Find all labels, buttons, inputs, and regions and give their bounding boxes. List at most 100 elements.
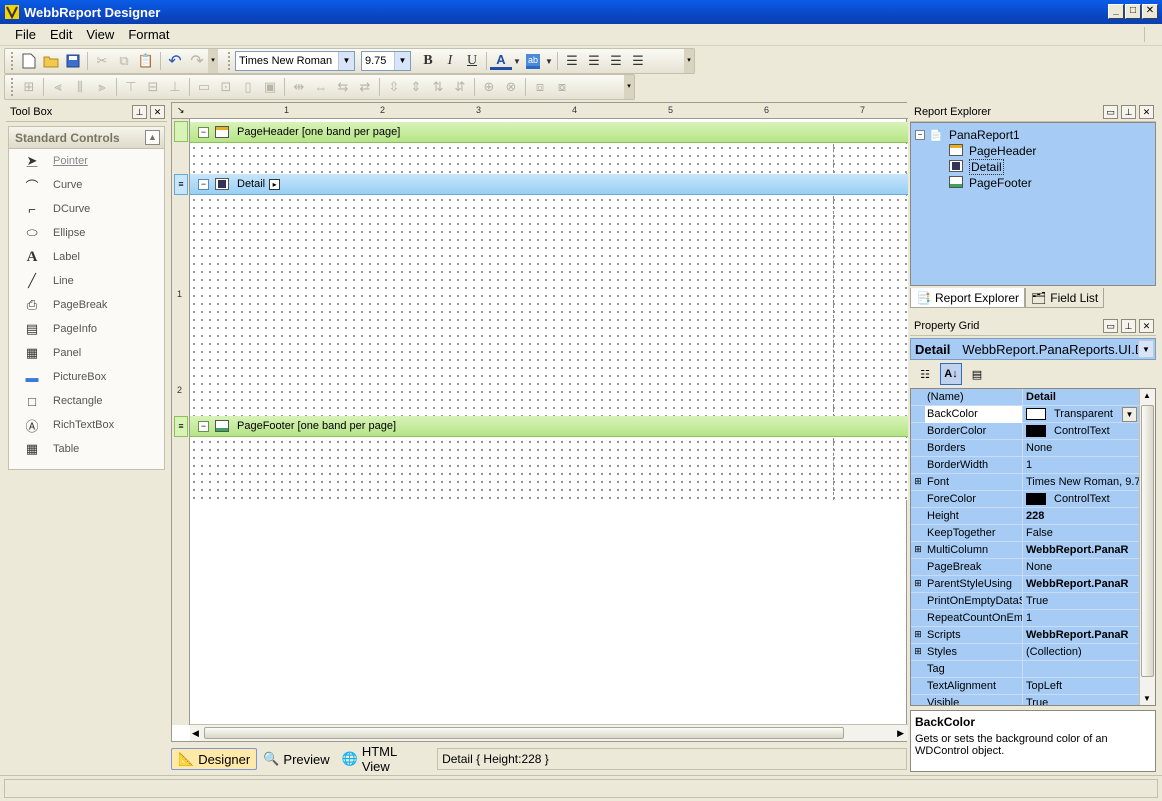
bold-icon[interactable]: B xyxy=(417,51,439,71)
close-icon[interactable]: ✕ xyxy=(1139,319,1154,333)
property-value[interactable]: WebbReport.PanaR xyxy=(1023,576,1155,593)
property-row[interactable]: RepeatCountOnEmp 1 xyxy=(911,609,1155,627)
standard-controls-header[interactable]: Standard Controls ▲ xyxy=(9,127,164,149)
pin-icon[interactable]: ⊥ xyxy=(1121,105,1136,119)
menu-view[interactable]: View xyxy=(79,27,121,42)
property-value[interactable]: (Collection) xyxy=(1023,644,1155,661)
window-position-icon[interactable]: ▭ xyxy=(1103,105,1118,119)
alphabetical-icon[interactable]: A↓ xyxy=(940,363,962,385)
detail-band[interactable]: − Detail ▸ xyxy=(190,174,908,195)
categorized-icon[interactable]: ☷ xyxy=(914,363,936,385)
property-value[interactable]: ControlText xyxy=(1023,491,1155,508)
same-height-icon[interactable]: ▯ xyxy=(237,77,259,97)
band-marker[interactable]: ≡ xyxy=(174,174,188,195)
collapse-band-icon[interactable]: − xyxy=(198,126,209,138)
toolbar-grip[interactable] xyxy=(11,78,14,96)
scroll-down-icon[interactable]: ▼ xyxy=(1143,694,1151,703)
tool-item[interactable]: ▤ PageInfo xyxy=(9,317,164,341)
bring-to-front-icon[interactable]: ⧈ xyxy=(529,77,551,97)
tab-html-view[interactable]: 🌐 HTML View xyxy=(336,744,431,774)
expand-icon[interactable]: ⊞ xyxy=(911,627,925,644)
size-to-grid-icon[interactable]: ⊡ xyxy=(215,77,237,97)
page-header-area[interactable] xyxy=(190,144,908,173)
tool-item[interactable]: ➤ Pointer xyxy=(9,149,164,173)
copy-icon[interactable]: ⧉ xyxy=(113,51,135,71)
align-bottoms-icon[interactable]: ⊥ xyxy=(164,77,186,97)
property-value[interactable]: WebbReport.PanaR xyxy=(1023,627,1155,644)
font-size-combo[interactable]: 9.75 ▼ xyxy=(361,51,411,71)
open-folder-icon[interactable] xyxy=(40,51,62,71)
align-to-grid-icon[interactable]: ⊞ xyxy=(18,77,40,97)
horizontal-spacing-increase-icon[interactable]: ⇔ xyxy=(310,77,332,97)
align-rights-icon[interactable]: ⫸ xyxy=(91,77,113,97)
align-center-icon[interactable]: ☰ xyxy=(583,51,605,71)
vertical-spacing-increase-icon[interactable]: ⇕ xyxy=(405,77,427,97)
align-left-icon[interactable]: ☰ xyxy=(561,51,583,71)
align-right-icon[interactable]: ☰ xyxy=(605,51,627,71)
property-row[interactable]: ⊞ ParentStyleUsing WebbReport.PanaR xyxy=(911,575,1155,593)
chevron-down-icon[interactable]: ▼ xyxy=(394,52,410,70)
font-color-icon[interactable]: A xyxy=(490,52,512,70)
menu-format[interactable]: Format xyxy=(121,27,176,42)
property-value[interactable]: True xyxy=(1023,593,1155,610)
scroll-up-icon[interactable]: ▲ xyxy=(1143,391,1151,400)
property-value[interactable]: 1 xyxy=(1023,457,1155,474)
property-value[interactable]: TopLeft xyxy=(1023,678,1155,695)
horizontal-scrollbar[interactable]: ◀ ▶ xyxy=(190,724,908,741)
vertical-spacing-equal-icon[interactable]: ⇳ xyxy=(383,77,405,97)
paste-icon[interactable]: 📋 xyxy=(135,51,157,71)
vertical-scrollbar[interactable]: ▲ ▼ xyxy=(1139,389,1155,705)
toolbar-overflow-chevron-icon[interactable]: ▾ xyxy=(684,49,694,73)
property-value[interactable]: False xyxy=(1023,525,1155,542)
property-value[interactable]: 1 xyxy=(1023,610,1155,627)
tool-item[interactable]: □ Rectangle xyxy=(9,389,164,413)
property-value[interactable]: Times New Roman, 9.7 xyxy=(1023,474,1155,491)
band-marker[interactable]: ≡ xyxy=(174,416,188,437)
property-row[interactable]: ⊞ Font Times New Roman, 9.7 xyxy=(911,473,1155,491)
maximize-button[interactable]: □ xyxy=(1125,4,1141,19)
property-value[interactable]: None xyxy=(1023,559,1155,576)
tree-node-detail[interactable]: Detail xyxy=(915,159,1155,175)
expand-icon[interactable]: ⊞ xyxy=(911,542,925,559)
scroll-thumb[interactable] xyxy=(204,727,844,739)
chevron-up-icon[interactable]: ▲ xyxy=(145,130,160,145)
toolbar-overflow-chevron-icon[interactable]: ▾ xyxy=(624,75,634,99)
align-lefts-icon[interactable]: ⫷ xyxy=(47,77,69,97)
expand-icon[interactable]: ⊞ xyxy=(911,474,925,491)
send-to-back-icon[interactable]: ⧇ xyxy=(551,77,573,97)
property-row[interactable]: Borders None xyxy=(911,439,1155,457)
page-footer-band[interactable]: − PageFooter [one band per page] xyxy=(190,416,908,437)
tab-preview[interactable]: 🔍 Preview xyxy=(257,748,335,770)
tool-item[interactable]: ▦ Panel xyxy=(9,341,164,365)
toolbar-grip[interactable] xyxy=(228,52,231,70)
undo-icon[interactable]: ↶ xyxy=(164,51,186,71)
band-smart-tag-icon[interactable]: ▸ xyxy=(269,178,281,190)
align-centers-icon[interactable]: ⫼ xyxy=(69,77,91,97)
detail-area[interactable] xyxy=(190,196,908,417)
property-row[interactable]: Tag xyxy=(911,660,1155,678)
tab-designer[interactable]: 📐 Designer xyxy=(171,748,258,770)
property-value[interactable]: 228 xyxy=(1023,508,1155,525)
scroll-left-icon[interactable]: ◀ xyxy=(192,728,199,739)
property-row[interactable]: BorderWidth 1 xyxy=(911,456,1155,474)
collapse-band-icon[interactable]: − xyxy=(198,178,209,190)
property-value[interactable]: WebbReport.PanaR xyxy=(1023,542,1155,559)
ruler-corner-icon[interactable]: ↘ xyxy=(177,105,185,116)
underline-icon[interactable]: U xyxy=(461,51,483,71)
same-size-icon[interactable]: ▣ xyxy=(259,77,281,97)
redo-icon[interactable]: ↷ xyxy=(186,51,208,71)
tool-item[interactable]: Ⓐ RichTextBox xyxy=(9,413,164,437)
tool-item[interactable]: A Label xyxy=(9,245,164,269)
tool-item[interactable]: ⎙ PageBreak xyxy=(9,293,164,317)
property-row[interactable]: BackColor Transparent ▼ xyxy=(911,405,1155,423)
new-file-icon[interactable] xyxy=(18,51,40,71)
italic-icon[interactable]: I xyxy=(439,51,461,71)
cut-icon[interactable]: ✂ xyxy=(91,51,113,71)
property-value[interactable]: None xyxy=(1023,440,1155,457)
scroll-thumb[interactable] xyxy=(1141,405,1154,677)
horizontal-spacing-decrease-icon[interactable]: ⇆ xyxy=(332,77,354,97)
pin-icon[interactable]: ⊥ xyxy=(132,105,147,119)
chevron-down-icon[interactable]: ▼ xyxy=(1122,406,1137,422)
pin-icon[interactable]: ⊥ xyxy=(1121,319,1136,333)
band-marker[interactable] xyxy=(174,121,188,142)
